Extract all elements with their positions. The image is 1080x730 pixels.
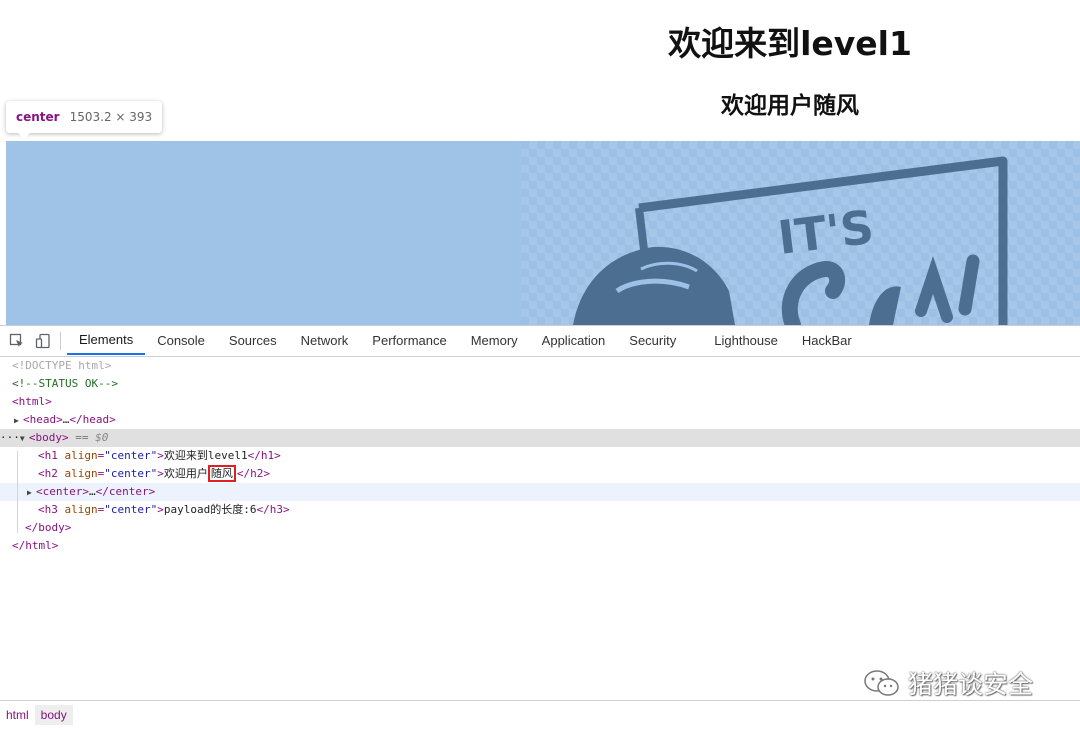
- artwork-text: IT'S: [775, 200, 877, 265]
- html-close-tag: </html>: [12, 539, 59, 552]
- h2-close-tag: </h2>: [236, 467, 270, 480]
- watermark: 猪猪谈安全: [862, 665, 1033, 701]
- dom-node-h2[interactable]: <h2 align="center">欢迎用户 随风 </h2>: [0, 465, 1080, 483]
- h3-attr-name: align: [64, 503, 98, 516]
- h2-attr-value: "center": [104, 467, 158, 480]
- page-heading-h2: 欢迎用户随风: [721, 93, 859, 119]
- h1-attr-name: align: [64, 449, 98, 462]
- devtools-toolbar: Elements Console Sources Network Perform…: [0, 326, 1080, 357]
- h3-close-tag: </h3>: [256, 503, 290, 516]
- h3-text: payload的长度:6: [163, 503, 257, 516]
- dom-node-html[interactable]: <html>: [0, 393, 1080, 411]
- body-equals: ==: [68, 431, 96, 444]
- breadcrumb: html body: [0, 700, 1080, 729]
- dom-node-html-close[interactable]: </html>: [0, 537, 1080, 555]
- breadcrumb-html[interactable]: html: [0, 705, 35, 725]
- tooltip-tag: center: [16, 110, 60, 124]
- expand-triangle-icon[interactable]: ▶: [0, 484, 36, 502]
- page-heading-h1: 欢迎来到level1: [668, 24, 912, 63]
- body-close-tag: </body>: [25, 521, 72, 534]
- watermark-text: 猪猪谈安全: [908, 670, 1034, 699]
- tab-application[interactable]: Application: [530, 326, 618, 355]
- tooltip-size: 1503.2 × 393: [69, 110, 153, 124]
- indent-guide: [17, 451, 18, 533]
- cartoon-illustration: IT'S: [573, 156, 1008, 325]
- toolbar-divider: [60, 332, 61, 350]
- center-image: IT'S: [521, 141, 1080, 325]
- h1-attr-value: "center": [104, 449, 158, 462]
- h2-attr-name: align: [64, 467, 98, 480]
- dom-tree: <!DOCTYPE html> <!--STATUS OK--> <html> …: [0, 357, 1080, 697]
- tab-hackbar[interactable]: HackBar: [790, 326, 864, 355]
- collapse-triangle-icon[interactable]: ▼: [20, 430, 29, 448]
- tab-network[interactable]: Network: [289, 326, 361, 355]
- center-close-tag: </center>: [95, 485, 156, 498]
- tab-memory[interactable]: Memory: [459, 326, 530, 355]
- tab-console[interactable]: Console: [145, 326, 217, 355]
- inspect-element-icon[interactable]: [4, 326, 30, 356]
- body-console-ref: $0: [95, 431, 109, 444]
- head-close-tag: </head>: [69, 413, 116, 426]
- dom-node-head[interactable]: ▶ <head>…</head>: [0, 411, 1080, 429]
- h2-highlighted-username: 随风: [207, 465, 236, 482]
- dom-node-body-selected[interactable]: ···▼ <body> == $0: [0, 429, 1080, 447]
- head-open-tag: <head>: [23, 413, 63, 426]
- dom-node-doctype[interactable]: <!DOCTYPE html>: [0, 357, 1080, 375]
- body-open-tag: <body>: [28, 431, 69, 444]
- dom-node-center-hovered[interactable]: ▶ <center>…</center>: [0, 483, 1080, 501]
- dom-node-comment[interactable]: <!--STATUS OK-->: [0, 375, 1080, 393]
- tab-lighthouse[interactable]: Lighthouse: [688, 326, 790, 355]
- h3-open-tag: <h3: [38, 503, 58, 516]
- expand-triangle-icon[interactable]: ▶: [0, 412, 23, 430]
- breadcrumb-body[interactable]: body: [34, 705, 73, 725]
- more-options-icon[interactable]: ···: [0, 431, 20, 444]
- center-open-tag: <center>: [36, 485, 89, 498]
- tab-sources[interactable]: Sources: [217, 326, 289, 355]
- html-open-tag: <html>: [12, 395, 52, 408]
- devtools-panel: Elements Console Sources Network Perform…: [0, 325, 1080, 730]
- comment-text: <!--STATUS OK-->: [12, 377, 118, 390]
- element-highlight-overlay: IT'S: [6, 141, 1080, 325]
- page-viewport: 欢迎来到level1 欢迎用户随风 IT'S center 1503.2 × 3…: [0, 0, 1080, 325]
- element-tooltip: center 1503.2 × 393: [6, 101, 163, 139]
- doctype-text: <!DOCTYPE html>: [12, 359, 112, 372]
- center-ellipsis: …: [88, 485, 96, 498]
- tab-elements[interactable]: Elements: [67, 326, 146, 355]
- dom-node-body-close[interactable]: </body>: [0, 519, 1080, 537]
- wechat-icon: [864, 670, 899, 696]
- h1-text: 欢迎来到level1: [163, 449, 248, 462]
- h1-close-tag: </h1>: [247, 449, 281, 462]
- h1-open-tag: <h1: [38, 449, 58, 462]
- dom-node-h1[interactable]: <h1 align="center">欢迎来到level1</h1>: [0, 447, 1080, 465]
- dom-node-h3[interactable]: <h3 align="center">payload的长度:6</h3>: [0, 501, 1080, 519]
- device-toggle-icon[interactable]: [30, 326, 56, 356]
- tab-security[interactable]: Security: [617, 326, 688, 355]
- h2-text: 欢迎用户: [163, 467, 208, 480]
- tab-performance[interactable]: Performance: [360, 326, 458, 355]
- h3-attr-value: "center": [104, 503, 158, 516]
- h2-open-tag: <h2: [38, 467, 58, 480]
